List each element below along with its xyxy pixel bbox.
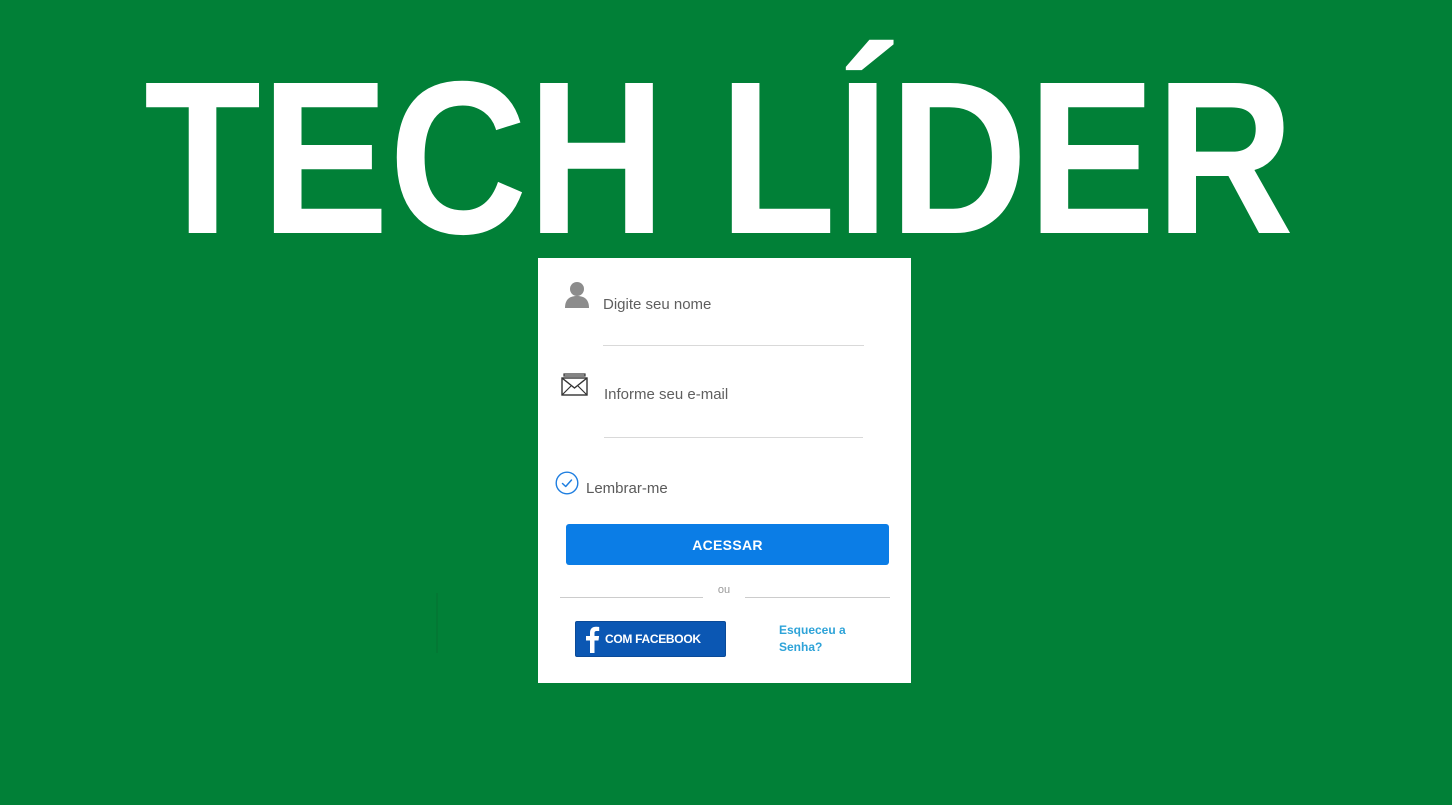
facebook-button-label: COM FACEBOOK: [605, 632, 701, 646]
remember-me-checkbox[interactable]: Lembrar-me: [555, 470, 668, 497]
email-input[interactable]: [604, 384, 863, 438]
facebook-icon: [586, 626, 600, 653]
divider-or-label: ou: [717, 584, 731, 596]
user-icon: [565, 282, 589, 308]
check-circle-icon[interactable]: [555, 471, 579, 495]
divider-line-left: [560, 597, 703, 598]
login-button[interactable]: ACESSAR: [566, 524, 889, 565]
divider-line-right: [745, 597, 890, 598]
envelope-icon: [561, 373, 588, 396]
remember-me-label: Lembrar-me: [586, 479, 668, 497]
brand-logo-graphic: TECH LÍDER: [144, 37, 1294, 248]
brand-logo-text: TECH LÍDER: [144, 37, 1294, 248]
login-page: TECH LÍDER Lembrar-: [0, 0, 1452, 805]
decorative-mark-left: [436, 593, 438, 653]
brand-logo: TECH LÍDER: [0, 20, 1452, 248]
forgot-password-link[interactable]: Esqueceu a Senha?: [779, 622, 879, 656]
facebook-login-button[interactable]: COM FACEBOOK: [575, 621, 726, 657]
login-card: Lembrar-me ACESSAR ou COM FACEBOOK Esque…: [538, 258, 911, 683]
name-input[interactable]: [603, 294, 864, 346]
